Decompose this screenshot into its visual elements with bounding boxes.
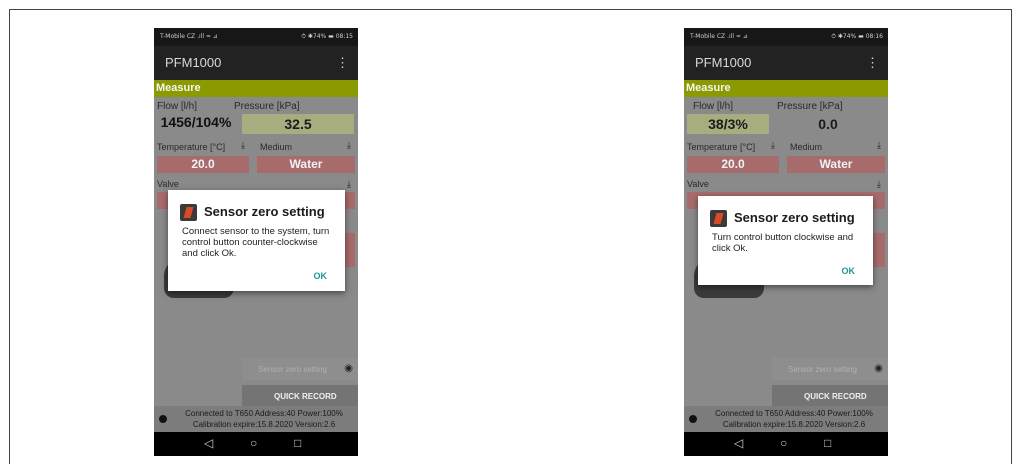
flow-label: Flow [l/h] bbox=[157, 101, 198, 112]
pressure-value: 32.5 bbox=[242, 114, 354, 134]
connection-info: Connected to T650 Address:40 Power:100% … bbox=[684, 406, 888, 432]
android-nav-bar: ◁ ○ □ bbox=[154, 432, 358, 456]
download-icon[interactable]: ⤓ bbox=[877, 140, 881, 151]
app-bar: PFM1000 ⋮ bbox=[154, 46, 358, 80]
section-header: Measure bbox=[154, 80, 358, 97]
app-title: PFM1000 bbox=[695, 55, 752, 70]
app-bar: PFM1000 ⋮ bbox=[684, 46, 888, 80]
back-icon[interactable]: ◁ bbox=[204, 436, 213, 450]
medium-value: Water bbox=[257, 156, 355, 173]
radio-icon: ◉ bbox=[874, 363, 883, 374]
sensor-zero-button[interactable]: Sensor zero setting ◉ bbox=[772, 358, 888, 380]
recent-apps-icon[interactable]: □ bbox=[294, 436, 301, 450]
medium-label: Medium bbox=[790, 142, 823, 152]
dialog-message: Connect sensor to the system, turn contr… bbox=[182, 226, 330, 259]
recent-apps-icon[interactable]: □ bbox=[824, 436, 831, 450]
pressure-value: 0.0 bbox=[818, 116, 838, 132]
medium-value: Water bbox=[787, 156, 885, 173]
sensor-zero-dialog: Sensor zero setting Connect sensor to th… bbox=[168, 190, 345, 291]
flow-value: 1456/104% bbox=[160, 114, 232, 130]
home-icon[interactable]: ○ bbox=[780, 436, 787, 450]
download-icon[interactable]: ⤓ bbox=[241, 140, 245, 151]
status-bar: T-Mobile CZ .ıll ≈ ⊿ ⏱ ✱74% ▬ 08:15 bbox=[154, 28, 358, 46]
dialog-message: Turn control button clockwise and click … bbox=[712, 232, 854, 254]
ok-button[interactable]: OK bbox=[314, 271, 328, 281]
download-icon[interactable]: ⤓ bbox=[347, 179, 351, 190]
carrier-label: T-Mobile CZ .ıll ≈ ⊿ bbox=[160, 33, 218, 40]
sensor-zero-dialog: Sensor zero setting Turn control button … bbox=[698, 196, 873, 285]
download-icon[interactable]: ⤓ bbox=[771, 140, 775, 151]
sensor-zero-button[interactable]: Sensor zero setting ◉ bbox=[242, 358, 358, 380]
radio-icon: ◉ bbox=[344, 363, 353, 374]
temperature-label: Temperature [°C] bbox=[687, 142, 756, 152]
temperature-label: Temperature [°C] bbox=[157, 142, 226, 152]
quick-record-label: QUICK RECORD bbox=[274, 392, 337, 401]
dialog-title: Sensor zero setting bbox=[734, 210, 855, 225]
medium-label: Medium bbox=[260, 142, 293, 152]
connection-line: Connected to T650 Address:40 Power:100% bbox=[715, 409, 873, 418]
app-icon bbox=[710, 210, 727, 227]
connection-line: Connected to T650 Address:40 Power:100% bbox=[185, 409, 343, 418]
pressure-label: Pressure [kPa] bbox=[234, 101, 300, 112]
temperature-value: 20.0 bbox=[687, 156, 779, 173]
status-indicators: ⏱ ✱74% ▬ 08:16 bbox=[831, 33, 883, 40]
overflow-menu-icon[interactable]: ⋮ bbox=[336, 55, 349, 71]
status-bar: T-Mobile CZ .ıll ≈ ⊿ ⏱ ✱74% ▬ 08:16 bbox=[684, 28, 888, 46]
sensor-zero-label: Sensor zero setting bbox=[788, 365, 857, 374]
valve-label: Valve bbox=[157, 179, 179, 189]
quick-record-label: QUICK RECORD bbox=[804, 392, 867, 401]
overflow-menu-icon[interactable]: ⋮ bbox=[866, 55, 879, 71]
flow-label: Flow [l/h] bbox=[693, 101, 734, 112]
sensor-zero-label: Sensor zero setting bbox=[258, 365, 327, 374]
home-icon[interactable]: ○ bbox=[250, 436, 257, 450]
download-icon[interactable]: ⤓ bbox=[877, 179, 881, 190]
ok-button[interactable]: OK bbox=[842, 266, 856, 276]
calibration-line: Calibration expire:15.8.2020 Version:2.6 bbox=[722, 420, 866, 429]
app-title: PFM1000 bbox=[165, 55, 222, 70]
quick-record-button[interactable]: QUICK RECORD bbox=[242, 385, 358, 407]
phone-screen-right: T-Mobile CZ .ıll ≈ ⊿ ⏱ ✱74% ▬ 08:16 PFM1… bbox=[684, 28, 888, 456]
app-icon bbox=[180, 204, 197, 221]
status-indicators: ⏱ ✱74% ▬ 08:15 bbox=[301, 33, 353, 40]
quick-record-button[interactable]: QUICK RECORD bbox=[772, 385, 888, 407]
pressure-label: Pressure [kPa] bbox=[777, 101, 843, 112]
status-dot-icon bbox=[689, 415, 697, 423]
calibration-line: Calibration expire:15.8.2020 Version:2.6 bbox=[192, 420, 336, 429]
download-icon[interactable]: ⤓ bbox=[347, 140, 351, 151]
connection-info: Connected to T650 Address:40 Power:100% … bbox=[154, 406, 358, 432]
status-dot-icon bbox=[159, 415, 167, 423]
back-icon[interactable]: ◁ bbox=[734, 436, 743, 450]
flow-value: 38/3% bbox=[687, 114, 769, 134]
dialog-title: Sensor zero setting bbox=[204, 204, 325, 219]
valve-label: Valve bbox=[687, 179, 709, 189]
android-nav-bar: ◁ ○ □ bbox=[684, 432, 888, 456]
section-header: Measure bbox=[684, 80, 888, 97]
phone-screen-left: T-Mobile CZ .ıll ≈ ⊿ ⏱ ✱74% ▬ 08:15 PFM1… bbox=[154, 28, 358, 456]
temperature-value: 20.0 bbox=[157, 156, 249, 173]
carrier-label: T-Mobile CZ .ıll ≈ ⊿ bbox=[690, 33, 748, 40]
